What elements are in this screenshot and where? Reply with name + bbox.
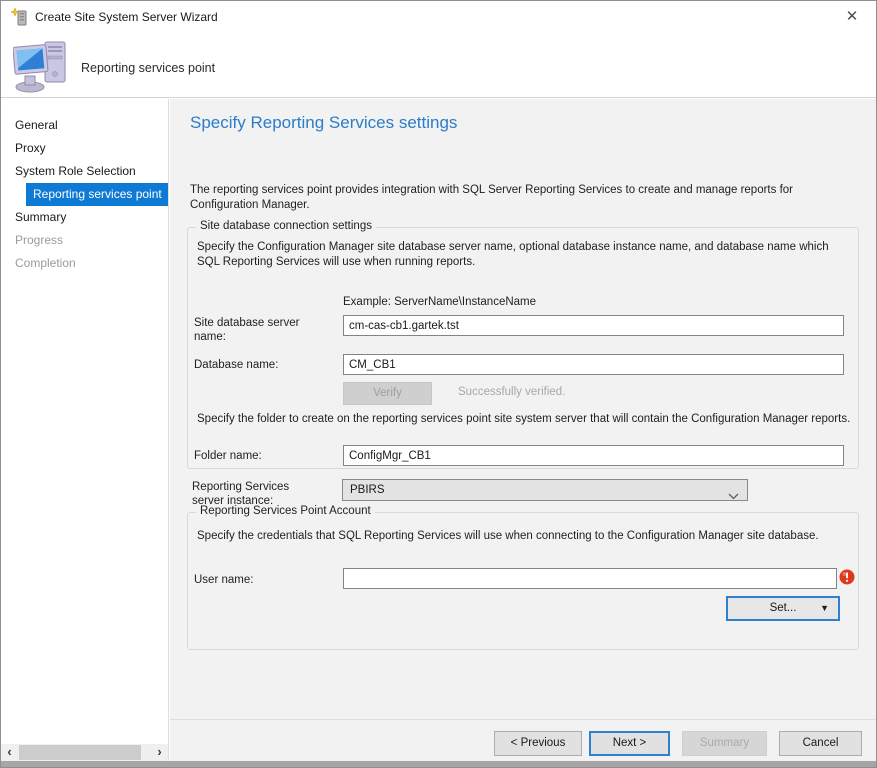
wizard-steps-sidebar: General Proxy System Role Selection Repo… bbox=[1, 99, 169, 761]
server-name-input[interactable] bbox=[343, 315, 844, 336]
window-title: Create Site System Server Wizard bbox=[35, 10, 218, 24]
close-icon[interactable]: ✕ bbox=[840, 6, 864, 28]
cancel-button[interactable]: Cancel bbox=[779, 731, 862, 756]
account-description: Specify the credentials that SQL Reporti… bbox=[197, 529, 847, 544]
scroll-left-icon[interactable]: ‹ bbox=[1, 744, 18, 761]
wizard-app-icon bbox=[11, 8, 28, 26]
set-account-button[interactable]: Set... ▼ bbox=[726, 596, 840, 621]
error-icon bbox=[839, 569, 855, 585]
verify-button: Verify bbox=[343, 382, 432, 405]
set-dropdown-arrow-icon: ▼ bbox=[820, 598, 829, 619]
server-name-example: Example: ServerName\InstanceName bbox=[343, 295, 536, 310]
sidebar-item-summary[interactable]: Summary bbox=[1, 206, 168, 229]
wizard-window: Create Site System Server Wizard ✕ Repor… bbox=[0, 0, 877, 768]
account-group: Reporting Services Point Account Specify… bbox=[187, 512, 859, 650]
folder-name-label: Folder name: bbox=[194, 449, 324, 463]
folder-note-text: Specify the folder to create on the repo… bbox=[197, 412, 852, 427]
wizard-page-content: Specify Reporting Services settings The … bbox=[170, 99, 876, 761]
username-label: User name: bbox=[194, 573, 324, 587]
sidebar-item-reporting-services-point[interactable]: Reporting services point bbox=[26, 183, 168, 206]
verify-status-text: Successfully verified. bbox=[458, 386, 565, 398]
banner-title: Reporting services point bbox=[81, 61, 215, 75]
site-database-group-legend: Site database connection settings bbox=[196, 220, 376, 232]
next-button[interactable]: Next > bbox=[589, 731, 670, 756]
footer-separator bbox=[170, 719, 876, 720]
summary-button: Summary bbox=[682, 731, 767, 756]
sidebar-item-proxy[interactable]: Proxy bbox=[1, 137, 168, 160]
sidebar-item-progress: Progress bbox=[1, 229, 168, 252]
computer-icon bbox=[13, 36, 73, 101]
account-group-legend: Reporting Services Point Account bbox=[196, 505, 375, 517]
database-name-input[interactable] bbox=[343, 354, 844, 375]
database-name-label: Database name: bbox=[194, 358, 324, 372]
page-intro-text: The reporting services point provides in… bbox=[190, 183, 858, 213]
sidebar-item-system-role-selection[interactable]: System Role Selection bbox=[1, 160, 168, 183]
previous-button[interactable]: < Previous bbox=[494, 731, 582, 756]
site-database-group: Site database connection settings Specif… bbox=[187, 227, 859, 469]
server-name-label: Site database server name: bbox=[194, 316, 324, 344]
scrollbar-thumb[interactable] bbox=[19, 745, 141, 760]
server-instance-label: Reporting Services server instance: bbox=[192, 480, 320, 508]
set-button-label: Set... bbox=[770, 602, 797, 614]
wizard-banner: Reporting services point bbox=[1, 33, 876, 98]
server-instance-value: PBIRS bbox=[350, 484, 385, 496]
sidebar-item-general[interactable]: General bbox=[1, 114, 168, 137]
folder-name-input[interactable] bbox=[343, 445, 844, 466]
title-bar: Create Site System Server Wizard ✕ bbox=[1, 1, 876, 33]
site-database-description: Specify the Configuration Manager site d… bbox=[197, 240, 847, 270]
server-instance-select[interactable]: PBIRS bbox=[342, 479, 748, 501]
sidebar-item-completion: Completion bbox=[1, 252, 168, 275]
window-bottom-edge bbox=[1, 761, 876, 767]
scroll-right-icon[interactable]: › bbox=[151, 744, 168, 761]
page-title: Specify Reporting Services settings bbox=[190, 113, 457, 133]
chevron-down-icon bbox=[728, 487, 739, 507]
sidebar-horizontal-scrollbar[interactable]: ‹ › bbox=[1, 744, 168, 761]
username-input[interactable] bbox=[343, 568, 837, 589]
